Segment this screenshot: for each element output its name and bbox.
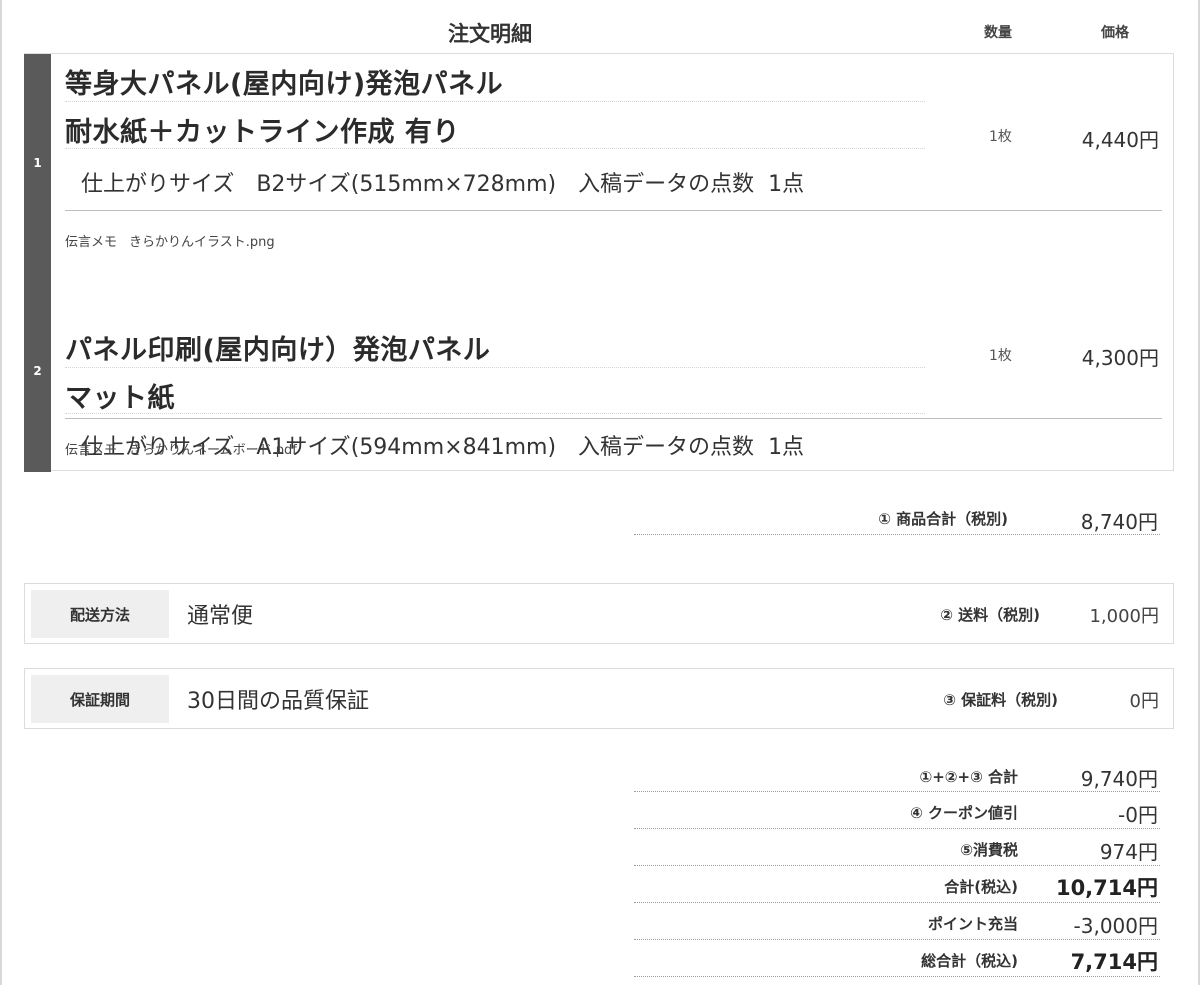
price-column-header: 価格 [1101,25,1129,41]
order-item: 2 パネル印刷(屋内向け）発泡パネル マット紙 仕上がりサイズ A1サイズ(594… [24,262,1173,472]
grand-total-label: 総合計（税込) [921,952,1018,970]
warranty-fee-value: 0円 [1129,691,1159,712]
warranty-period-label: 保証期間 [31,675,169,723]
shipping-method-box: 配送方法 通常便 ② 送料（税別) 1,000円 [24,583,1174,644]
data-count-value: 1点 [768,172,805,197]
item-number: 2 [33,364,42,378]
product-name-line-1: パネル印刷(屋内向け）発泡パネル [65,335,491,366]
item-price: 4,300円 [1081,346,1159,370]
tax-included-total-label: 合計(税込) [944,878,1018,896]
shipping-fee-label: ② 送料（税別) [940,606,1040,624]
memo-label: 伝言メモ [65,235,118,250]
consumption-tax-label: ⑤消費税 [960,841,1018,859]
product-subtotal-value: 8,740円 [1080,510,1158,534]
shipping-method-value: 通常便 [187,604,254,629]
dotted-divider [65,148,925,149]
totals-list: ①+②+③ 合計 9,740円 ④ クーポン値引 -0円 ⑤消費税 974円 合… [634,756,1160,977]
item-quantity: 1枚 [989,348,1012,364]
shipping-fee-value: 1,000円 [1089,606,1159,627]
product-specs: 仕上がりサイズ B2サイズ(515mm×728mm) 入稿データの点数 1点 [81,166,804,198]
dotted-divider [65,367,925,368]
warranty-period-box: 保証期間 30日間の品質保証 ③ 保証料（税別) 0円 [24,668,1174,729]
item-number: 1 [33,156,42,170]
total-row-coupon: ④ クーポン値引 -0円 [634,792,1160,829]
shipping-method-label: 配送方法 [31,590,169,638]
consumption-tax-value: 974円 [1099,840,1158,864]
product-subtotal-row: ① 商品合計（税別) 8,740円 [634,496,1160,535]
finished-size-value: B2サイズ(515mm×728mm) [256,172,557,197]
data-count-label: 入稿データの点数 [578,435,755,460]
total-row-tax: ⑤消費税 974円 [634,829,1160,866]
item-number-bar: 2 [24,262,51,472]
points-applied-label: ポイント充当 [927,915,1018,933]
data-count-value: 1点 [768,435,805,460]
coupon-discount-value: -0円 [1118,803,1158,827]
total-row-points: ポイント充当 -3,000円 [634,903,1160,940]
memo-label: 伝言メモ [65,443,118,458]
item-divider [65,418,1162,419]
product-name-line-1: 等身大パネル(屋内向け)発泡パネル [65,69,504,100]
dotted-divider [65,101,925,102]
warranty-period-value: 30日間の品質保証 [187,689,369,714]
item-price: 4,440円 [1081,128,1159,152]
total-row-grand: 総合計（税込) 7,714円 [634,940,1160,977]
order-item: 1 等身大パネル(屋内向け)発泡パネル 耐水紙＋カットライン作成 有り 仕上がり… [24,54,1173,262]
finished-size-label: 仕上がりサイズ [81,172,235,197]
sum-value: 9,740円 [1080,767,1158,791]
frame-edge-left [0,0,2,985]
item-quantity: 1枚 [989,129,1012,145]
product-subtotal-label: ① 商品合計（税別) [878,510,1008,528]
message-memo: 伝言メモ きらかりんネームボード.pdf [65,439,297,458]
memo-file: きらかりんイラスト.png [129,235,275,250]
product-option-line: 耐水紙＋カットライン作成 有り [65,117,460,148]
coupon-discount-label: ④ クーポン値引 [910,804,1018,822]
order-details-title: 注文明細 [448,22,532,46]
item-number-bar: 1 [24,54,51,262]
tax-included-total-value: 10,714円 [1055,876,1158,900]
finished-size-value: A1サイズ(594mm×841mm) [256,435,557,460]
message-memo: 伝言メモ きらかりんイラスト.png [65,231,275,250]
quantity-column-header: 数量 [984,25,1012,41]
points-applied-value: -3,000円 [1073,914,1158,938]
item-divider [65,210,1162,211]
product-option-line: マット紙 [65,383,175,414]
total-row-tax-included: 合計(税込) 10,714円 [634,866,1160,903]
dotted-divider [65,413,925,414]
total-row-sum: ①+②+③ 合計 9,740円 [634,756,1160,792]
memo-file: きらかりんネームボード.pdf [129,443,297,458]
grand-total-value: 7,714円 [1070,950,1158,974]
warranty-fee-label: ③ 保証料（税別) [943,691,1058,709]
sum-label: ①+②+③ 合計 [919,768,1018,786]
order-details-header: 注文明細 数量 価格 [0,18,1200,48]
order-items-table: 1 等身大パネル(屋内向け)発泡パネル 耐水紙＋カットライン作成 有り 仕上がり… [24,53,1174,472]
data-count-label: 入稿データの点数 [578,172,755,197]
